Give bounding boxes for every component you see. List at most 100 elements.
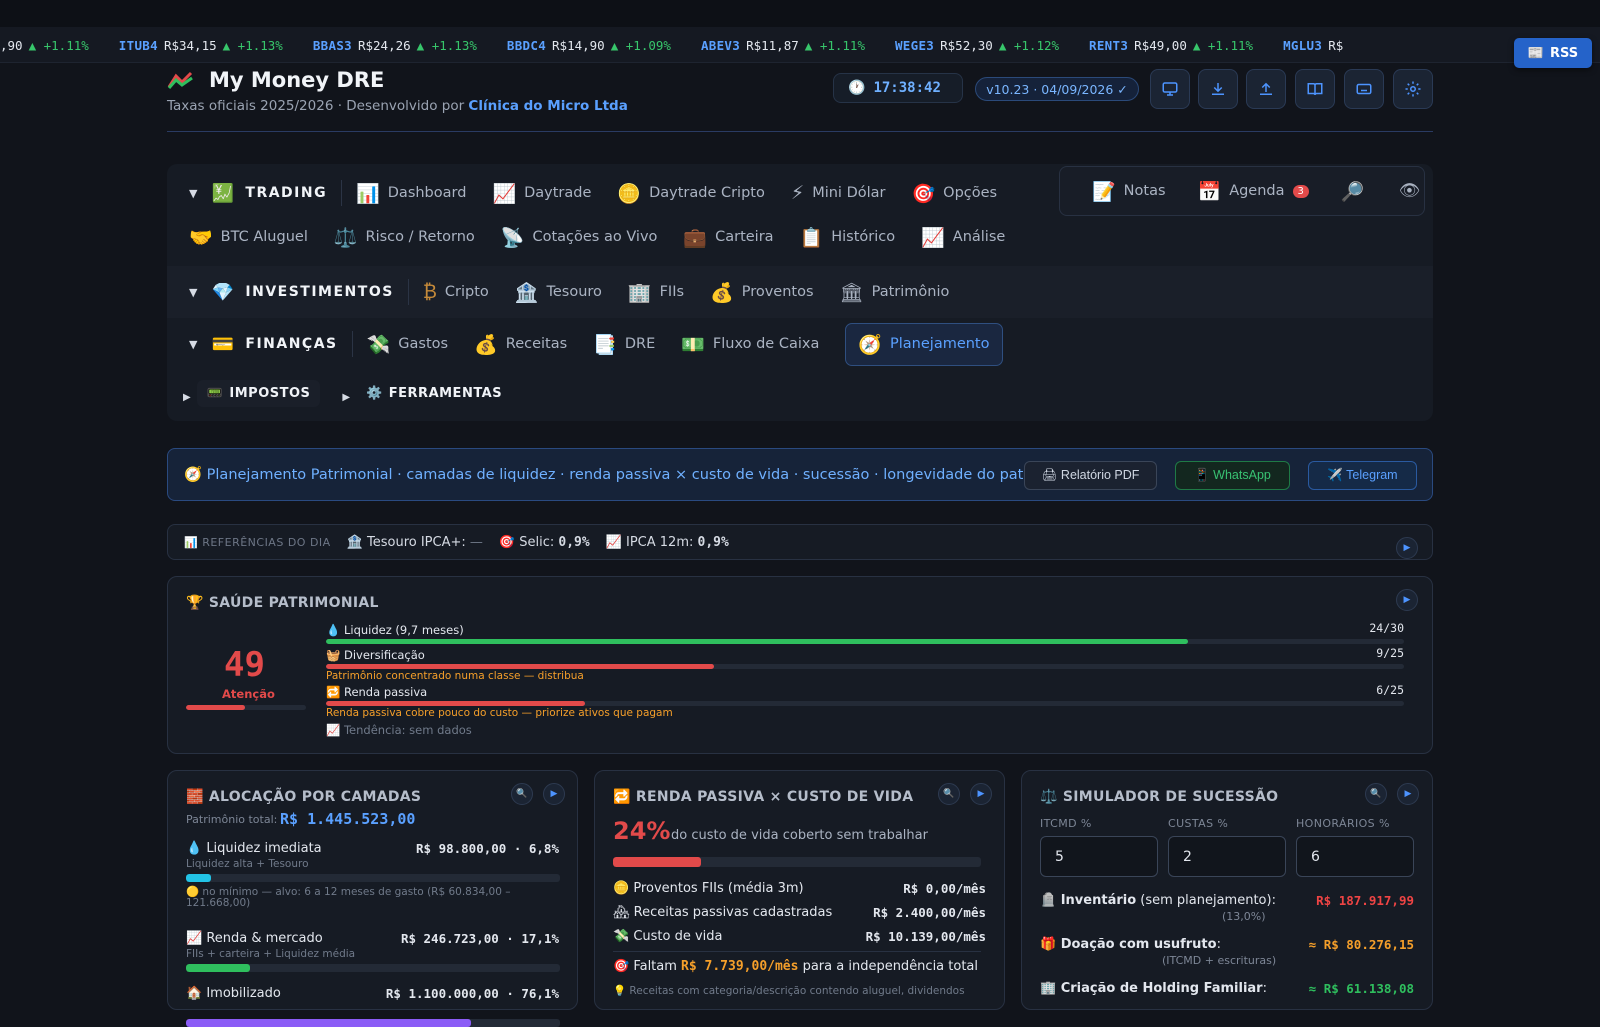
- play-button[interactable]: ▶: [1397, 783, 1419, 805]
- ticker-item[interactable]: ABEV3 R$11,87 ▲ +1.11%: [701, 38, 865, 53]
- layer-note: 🟡 no mínimo — alvo: 6 a 12 meses de gast…: [186, 886, 511, 909]
- money-bag-icon: 💰: [710, 281, 734, 304]
- ticker-item[interactable]: ITUB4 R$34,15 ▲ +1.13%: [119, 38, 283, 53]
- banner-text: 🧭 Planejamento Patrimonial · camadas de …: [184, 467, 1079, 483]
- nav-fiis[interactable]: 🏢 FIIs: [628, 281, 684, 304]
- nav-cripto[interactable]: ₿ Cripto: [423, 281, 489, 304]
- nav-analise[interactable]: 📈 Análise: [921, 226, 1005, 249]
- ticker-item[interactable]: RENT3 R$49,00 ▲ +1.11%: [1089, 38, 1253, 53]
- nav-fluxo-caixa[interactable]: 💵 Fluxo de Caixa: [681, 333, 819, 356]
- rss-button[interactable]: 📰 RSS: [1514, 38, 1592, 68]
- nav-cotacoes[interactable]: 📡 Cotações ao Vivo: [501, 226, 658, 249]
- nav-carteira[interactable]: 💼 Carteira: [683, 226, 773, 249]
- keyboard-icon: [1356, 83, 1372, 95]
- section-financas[interactable]: 💳 FINANÇAS: [211, 334, 337, 355]
- total-value: R$ 1.445.523,00: [280, 810, 416, 828]
- nav-row-investimentos: ▼ 💎 INVESTIMENTOS ₿ Cripto 🏦 Tesouro 🏢 FIIs …: [167, 266, 1433, 318]
- section-impostos[interactable]: 📟 IMPOSTOS: [196, 379, 321, 407]
- nav-historico[interactable]: 📋 Histórico: [800, 226, 896, 249]
- version-badge[interactable]: v10.23 · 04/09/2026 ✓: [975, 77, 1139, 101]
- upload-button[interactable]: [1246, 69, 1286, 109]
- nav-proventos[interactable]: 💰 Proventos: [710, 281, 813, 304]
- refs-label: 📊 REFERÊNCIAS DO DIA: [184, 535, 331, 549]
- nav-opcoes[interactable]: 🎯 Opções: [911, 182, 997, 205]
- settings-button[interactable]: [1393, 69, 1433, 109]
- eye-icon[interactable]: 👁: [1399, 181, 1421, 201]
- nav-receitas[interactable]: 💰 Receitas: [474, 333, 567, 356]
- chart-up-icon: 💹: [211, 182, 236, 204]
- layer-name: 📈 Renda & mercado: [186, 931, 323, 946]
- section-investimentos[interactable]: 💎 INVESTIMENTOS: [211, 282, 393, 303]
- company-link[interactable]: Clínica do Micro Ltda: [468, 98, 627, 114]
- nav-patrimonio[interactable]: 🏛 Patrimônio: [840, 281, 950, 304]
- play-button[interactable]: ▶: [1396, 537, 1418, 559]
- keyboard-shortcuts-button[interactable]: [1344, 69, 1384, 109]
- ticker-item[interactable]: BBDC4 R$14,90 ▲ +1.09%: [507, 38, 671, 53]
- health-metric-score: 6/25: [1376, 683, 1404, 697]
- zoom-icon[interactable]: 🔍: [1365, 783, 1387, 805]
- play-button[interactable]: ▶: [543, 783, 565, 805]
- nav-gastos[interactable]: 💸 Gastos: [367, 333, 448, 356]
- gem-icon: 💎: [211, 281, 236, 303]
- play-button[interactable]: ▶: [1396, 589, 1418, 611]
- succession-card: ⚖️ SIMULADOR DE SUCESSÃO 🔍 ▶ ITCMD % 5 CU…: [1021, 770, 1433, 1010]
- layer-sub: Liquidez alta + Tesouro: [186, 858, 309, 870]
- telegram-button[interactable]: ✈️ Telegram: [1308, 461, 1417, 490]
- expand-caret-icon[interactable]: ▶: [342, 392, 350, 403]
- succession-row-sub: (13,0%): [1222, 910, 1266, 923]
- health-metric-label: 💧 Liquidez (9,7 meses): [326, 623, 464, 637]
- nav-row-financas: ▼ 💳 FINANÇAS 💸 Gastos 💰 Receitas 📑 DRE 💵 Flux…: [167, 320, 1433, 368]
- field-label: HONORÁRIOS %: [1296, 817, 1390, 830]
- collapse-caret-icon[interactable]: ▼: [189, 338, 197, 351]
- ticker-symbol: ABEV3: [700, 38, 741, 53]
- whatsapp-button[interactable]: 📱 WhatsApp: [1175, 461, 1290, 490]
- nav-tesouro[interactable]: 🏦 Tesouro: [515, 281, 602, 304]
- income-row-label: 🪙 Proventos FIIs (média 3m): [613, 881, 804, 896]
- nav-planejamento[interactable]: 🧭 Planejamento: [845, 322, 1003, 366]
- pdf-report-button[interactable]: 🖨 Relatório PDF: [1024, 461, 1157, 490]
- percent-input[interactable]: 6: [1296, 836, 1414, 877]
- search-icon[interactable]: 🔎: [1341, 180, 1365, 203]
- nav-dashboard[interactable]: 📊 Dashboard: [356, 182, 466, 205]
- notes-button[interactable]: 📝 Notas: [1092, 180, 1166, 203]
- health-metric-score: 9/25: [1376, 646, 1404, 660]
- zoom-icon[interactable]: 🔍: [511, 783, 533, 805]
- layer-bar: [186, 964, 560, 972]
- expand-caret-icon[interactable]: ▶: [183, 392, 191, 403]
- institution-icon: 🏛: [839, 281, 864, 304]
- app-subtitle: Taxas oficiais 2025/2026 · Desenvolvido …: [167, 98, 628, 114]
- book-icon: [1307, 83, 1323, 96]
- ticker-price: ,90: [0, 38, 23, 53]
- ticker-item[interactable]: WEGE3 R$52,30 ▲ +1.12%: [895, 38, 1059, 53]
- ticker-symbol: BBDC4: [506, 38, 547, 53]
- nav-daytrade[interactable]: 📈 Daytrade: [492, 182, 591, 205]
- rss-label: RSS: [1550, 45, 1579, 61]
- health-metric-bar: [326, 664, 1404, 669]
- collapse-caret-icon[interactable]: ▼: [189, 187, 197, 200]
- nav-btc-aluguel[interactable]: 🤝 BTC Aluguel: [189, 226, 308, 249]
- passive-income-title: 🔁 RENDA PASSIVA × CUSTO DE VIDA: [613, 789, 914, 805]
- percent-input[interactable]: 5: [1040, 836, 1158, 877]
- nav-daytrade-cripto[interactable]: 🪙 Daytrade Cripto: [617, 182, 764, 205]
- ticker-item[interactable]: ,90 ▲ +1.11%: [0, 38, 89, 53]
- chart-icon: 📈: [921, 226, 945, 249]
- layer-name: 🏠 Imobilizado: [186, 986, 281, 1001]
- percent-input[interactable]: 2: [1168, 836, 1286, 877]
- section-ferramentas[interactable]: ⚙️ FERRAMENTAS: [356, 380, 512, 407]
- nav-dre[interactable]: 📑 DRE: [593, 333, 655, 356]
- agenda-button[interactable]: 📅 Agenda 3: [1198, 180, 1309, 203]
- zoom-icon[interactable]: 🔍: [938, 783, 960, 805]
- monitor-button[interactable]: [1150, 69, 1190, 109]
- collapse-caret-icon[interactable]: ▼: [189, 286, 197, 299]
- ticker-item[interactable]: BBAS3 R$24,26 ▲ +1.13%: [313, 38, 477, 53]
- income-row-label: 💸 Custo de vida: [613, 929, 723, 944]
- nav-risco-retorno[interactable]: ⚖️ Risco / Retorno: [334, 226, 475, 249]
- download-button[interactable]: [1198, 69, 1238, 109]
- play-button[interactable]: ▶: [970, 783, 992, 805]
- manual-button[interactable]: [1295, 69, 1335, 109]
- health-metric-score: 24/30: [1369, 621, 1404, 635]
- nav-mini-dolar[interactable]: ⚡ Mini Dólar: [791, 182, 886, 204]
- section-trading[interactable]: 💹 TRADING: [211, 183, 327, 204]
- layer-value: R$ 1.100.000,00 · 76,1%: [385, 986, 559, 1001]
- ticker-item[interactable]: MGLU3 R$: [1283, 38, 1349, 53]
